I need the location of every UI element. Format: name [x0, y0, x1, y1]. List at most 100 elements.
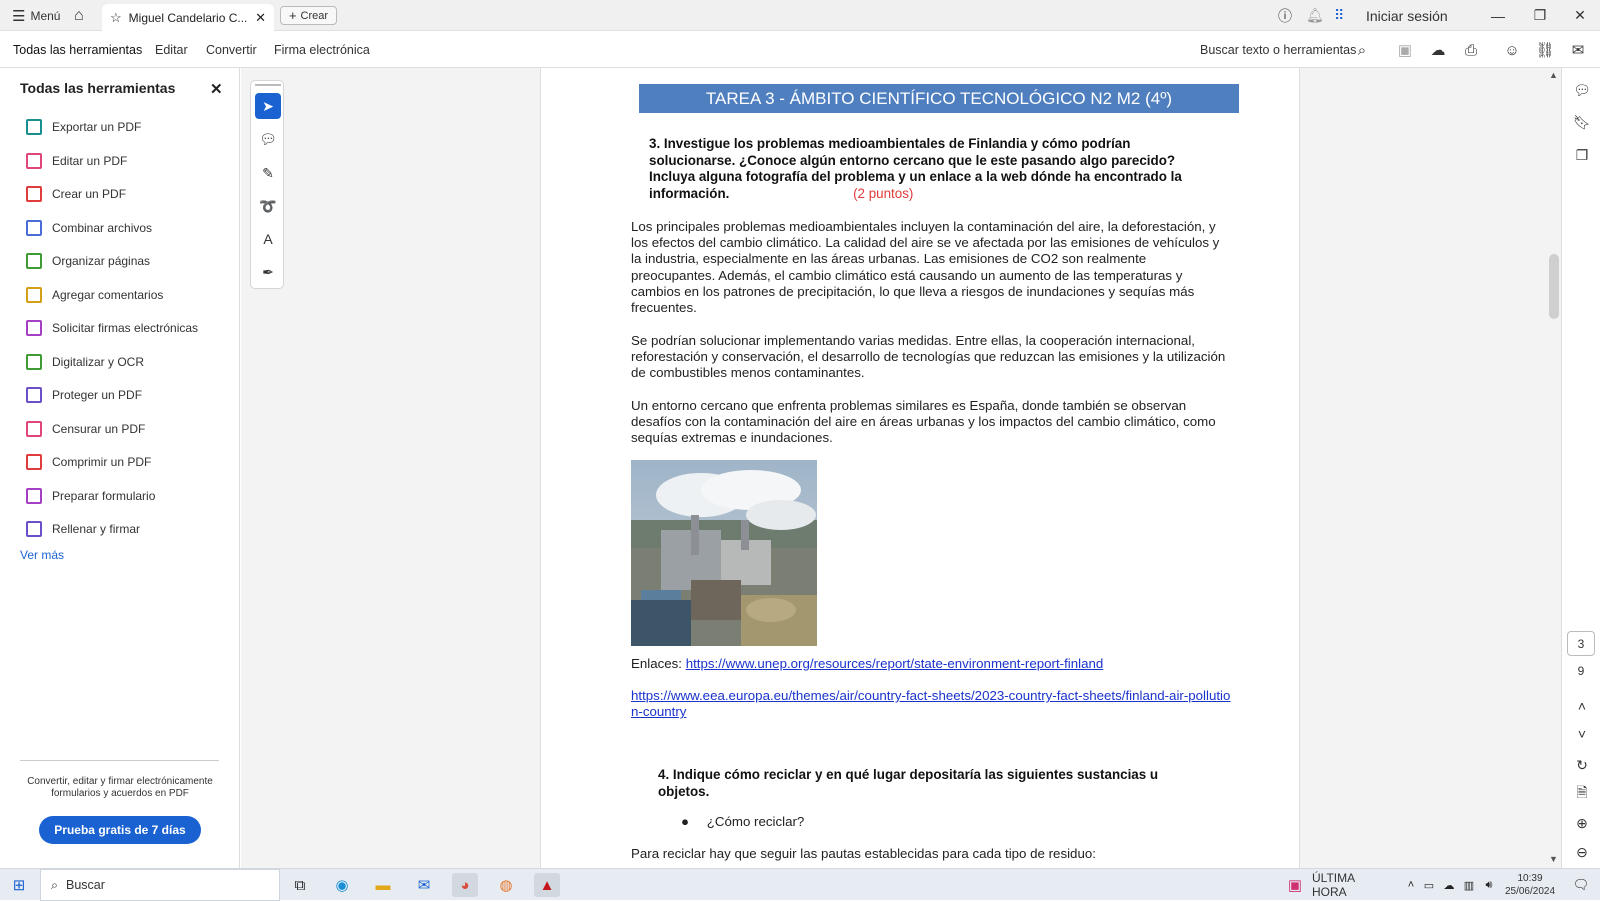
- email-icon[interactable]: ✉: [1568, 40, 1588, 60]
- share-user-icon[interactable]: ☺: [1502, 40, 1522, 60]
- menu-all-tools[interactable]: Todas las herramientas: [13, 31, 142, 68]
- create-pdf-icon: [26, 186, 42, 202]
- tool-item-prepare-form[interactable]: Preparar formulario: [26, 483, 155, 509]
- scrollbar-thumb[interactable]: [1549, 254, 1559, 319]
- highlight-pen-icon[interactable]: ✎: [255, 160, 281, 186]
- page-view-icon[interactable]: 🗎︎: [1572, 784, 1592, 804]
- tool-item-redact-pdf[interactable]: Censurar un PDF: [26, 416, 145, 442]
- zoom-out-icon[interactable]: ⊖: [1572, 842, 1592, 862]
- close-panel-icon[interactable]: ✕: [210, 80, 223, 98]
- next-page-icon[interactable]: ˅: [1572, 724, 1592, 744]
- text-box-icon[interactable]: A: [255, 226, 281, 252]
- see-more-link[interactable]: Ver más: [20, 548, 64, 562]
- upload-cloud-icon[interactable]: ☁: [1428, 40, 1448, 60]
- tool-item-label: Crear un PDF: [52, 187, 127, 201]
- combine-files-icon: [26, 219, 42, 236]
- tool-item-label: Rellenar y firmar: [52, 522, 141, 536]
- firefox-icon[interactable]: ◍: [493, 873, 519, 897]
- sign-pen-icon[interactable]: ✒: [255, 259, 281, 285]
- menu-button[interactable]: ☰ Menú: [12, 0, 60, 31]
- protect-pdf-icon: [26, 387, 42, 403]
- menu-edit[interactable]: Editar: [155, 31, 188, 68]
- windows-taskbar: ⊞ ⌕ Buscar ⧉ ◉ ▬ ✉ ◕ ◍ ▲ ▣ ÚLTIMA HORA ˄…: [0, 868, 1600, 901]
- tool-item-fill-sign[interactable]: Rellenar y firmar: [26, 516, 140, 542]
- rotate-icon[interactable]: ↻: [1572, 755, 1592, 775]
- volume-icon[interactable]: 🔊︎: [1476, 873, 1502, 897]
- star-icon[interactable]: ☆: [110, 10, 122, 26]
- tool-item-create-pdf[interactable]: Crear un PDF: [26, 181, 126, 207]
- clock[interactable]: 10:39 25/06/2024: [1500, 872, 1560, 898]
- title-bar: ☰ Menú ⌂ ☆ Miguel Candelario C... ✕ + Cr…: [0, 0, 1600, 31]
- notification-center-icon[interactable]: 🗨︎: [1568, 873, 1594, 897]
- minimize-icon[interactable]: —: [1478, 0, 1518, 31]
- home-icon[interactable]: ⌂: [74, 0, 84, 31]
- promo-text: Convertir, editar y firmar electrónicame…: [27, 776, 213, 799]
- tool-item-export-pdf[interactable]: Exportar un PDF: [26, 114, 141, 140]
- request-signatures-icon: [26, 320, 42, 336]
- add-comment-icon[interactable]: 💬︎: [255, 126, 281, 152]
- panel-divider: [20, 760, 219, 761]
- tool-item-combine-files[interactable]: Combinar archivos: [26, 215, 152, 241]
- total-pages: 9: [1577, 664, 1585, 678]
- tool-item-label: Preparar formulario: [52, 488, 156, 503]
- scroll-down-icon[interactable]: ▼: [1549, 854, 1558, 864]
- tool-item-scan-ocr[interactable]: Digitalizar y OCR: [26, 349, 144, 375]
- tool-item-protect-pdf[interactable]: Proteger un PDF: [26, 382, 142, 408]
- organize-pages-icon: [26, 253, 42, 269]
- edit-pdf-icon: [26, 152, 42, 169]
- zoom-in-icon[interactable]: ⊕: [1572, 813, 1592, 833]
- search-icon[interactable]: ⌕: [1352, 40, 1372, 60]
- scroll-up-icon[interactable]: ▲: [1549, 70, 1558, 80]
- link-unep[interactable]: https://www.unep.org/resources/report/st…: [686, 656, 1104, 671]
- save-icon[interactable]: ▣: [1395, 40, 1415, 60]
- mail-icon[interactable]: ✉: [411, 873, 437, 897]
- search-icon: ⌕: [51, 877, 59, 892]
- draw-lasso-icon[interactable]: ➰: [255, 193, 281, 219]
- search-tools-label[interactable]: Buscar texto o herramientas: [1200, 31, 1356, 68]
- question-points: (2 puntos): [853, 185, 914, 201]
- windows-start-icon[interactable]: ⊞: [6, 873, 32, 897]
- tool-item-compress-pdf[interactable]: Comprimir un PDF: [26, 449, 151, 475]
- acrobat-icon[interactable]: ▲: [534, 873, 560, 897]
- bookmarks-icon[interactable]: 🔖︎: [1572, 112, 1592, 132]
- free-trial-button[interactable]: Prueba gratis de 7 días: [39, 816, 201, 844]
- link-icon[interactable]: ⛓: [1535, 40, 1555, 60]
- sign-in-button[interactable]: Iniciar sesión: [1366, 0, 1448, 31]
- tool-item-add-comments[interactable]: Agregar comentarios: [26, 282, 163, 308]
- create-button[interactable]: + Crear: [280, 6, 337, 25]
- select-cursor-icon[interactable]: ➤: [255, 93, 281, 119]
- notifications-icon[interactable]: 🔔︎: [1306, 0, 1324, 31]
- news-icon[interactable]: ▣: [1282, 873, 1308, 897]
- tool-item-label: Editar un PDF: [52, 153, 128, 168]
- menu-convert[interactable]: Convertir: [206, 31, 257, 68]
- vertical-scrollbar[interactable]: ▲ ▼: [1547, 68, 1561, 868]
- taskbar-search[interactable]: ⌕ Buscar: [40, 869, 280, 901]
- pages-thumbnails-icon[interactable]: ❐: [1572, 145, 1592, 165]
- print-icon[interactable]: ⎙: [1461, 40, 1481, 60]
- document-tab[interactable]: ☆ Miguel Candelario C... ✕: [102, 4, 274, 31]
- chrome-icon[interactable]: ◕: [452, 873, 478, 897]
- tab-title: Miguel Candelario C...: [128, 10, 248, 25]
- fill-sign-icon: [26, 521, 42, 537]
- tool-item-organize-pages[interactable]: Organizar páginas: [26, 248, 150, 274]
- hamburger-icon: ☰: [12, 7, 26, 25]
- task-banner: TAREA 3 - ÁMBITO CIENTÍFICO TECNOLÓGICO …: [639, 84, 1239, 113]
- restore-icon[interactable]: ❐: [1520, 0, 1560, 31]
- tool-item-edit-pdf[interactable]: Editar un PDF: [26, 148, 127, 174]
- comments-panel-icon[interactable]: 💬︎: [1572, 80, 1592, 100]
- close-window-icon[interactable]: ✕: [1560, 0, 1600, 31]
- apps-grid-icon[interactable]: ⠿: [1334, 0, 1344, 31]
- drag-handle[interactable]: [255, 84, 281, 86]
- help-icon[interactable]: ⓘ: [1278, 0, 1292, 31]
- tool-item-request-signatures[interactable]: Solicitar firmas electrónicas: [26, 315, 198, 341]
- file-explorer-icon[interactable]: ▬: [370, 873, 396, 897]
- close-tab-icon[interactable]: ✕: [255, 10, 266, 26]
- link-eea[interactable]: https://www.eea.europa.eu/themes/air/cou…: [631, 688, 1231, 720]
- paragraph-solutions: Se podrían solucionar implementando vari…: [631, 333, 1226, 381]
- menu-e-signature[interactable]: Firma electrónica: [274, 31, 370, 68]
- task-view-icon[interactable]: ⧉: [287, 873, 313, 897]
- edge-browser-icon[interactable]: ◉: [329, 873, 355, 897]
- previous-page-icon[interactable]: ˄: [1572, 696, 1592, 716]
- news-label[interactable]: ÚLTIMA HORA: [1312, 871, 1382, 899]
- current-page-field[interactable]: 3: [1567, 631, 1595, 656]
